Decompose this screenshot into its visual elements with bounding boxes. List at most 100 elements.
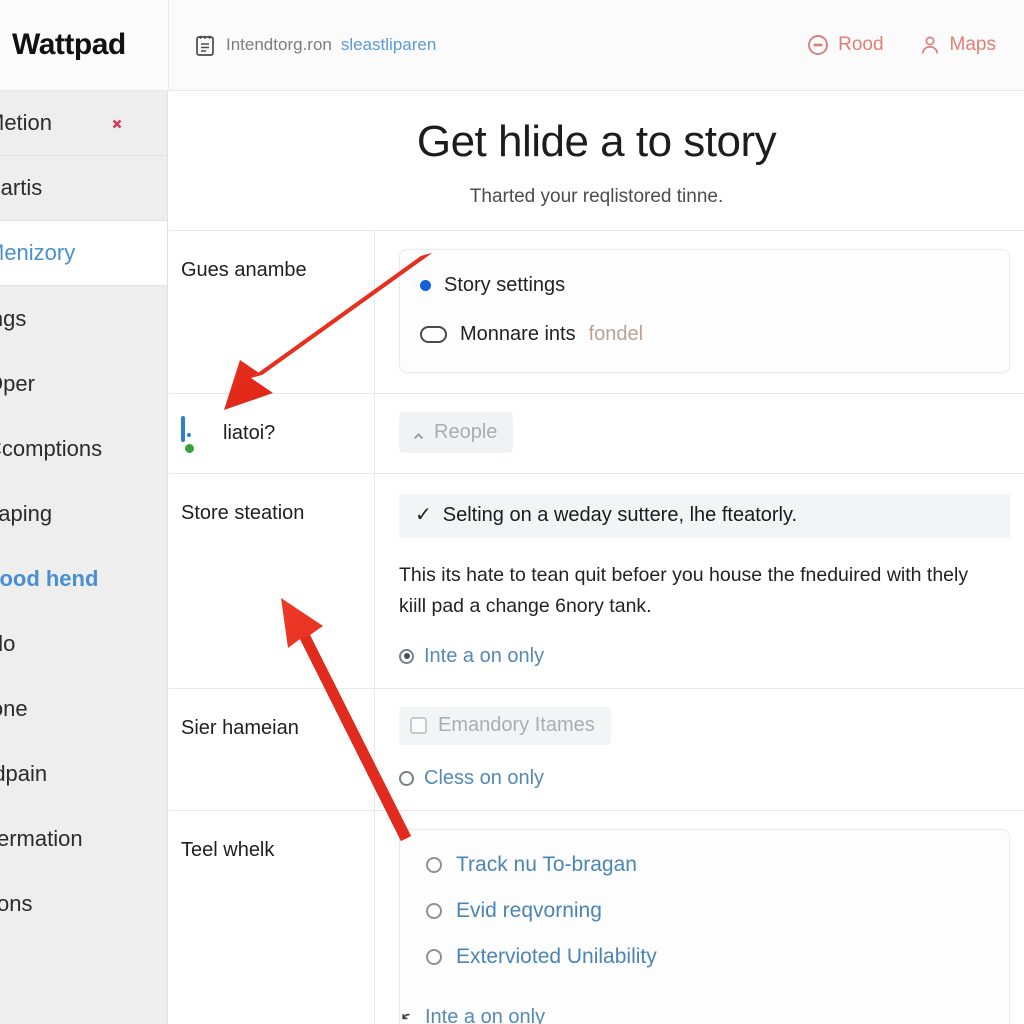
- sidebar-item-ings[interactable]: ings: [0, 286, 167, 351]
- sidebar-item-tions[interactable]: tions: [0, 871, 167, 936]
- form-row-liatoi: liatoi? Reople: [169, 392, 1024, 473]
- selected-dot-icon: [420, 279, 431, 291]
- radio-empty-icon[interactable]: [426, 856, 442, 873]
- brand-logo[interactable]: Wattpad: [0, 28, 168, 62]
- clipboard-list-icon: [193, 33, 217, 58]
- row-label: Gues anambe: [169, 230, 375, 393]
- radio-option-track-nu-to-bragan[interactable]: Track nu To-bragan: [426, 846, 989, 884]
- form-row-sier-hameian: Sier hameian Emandory Itames Cless on on…: [169, 687, 1024, 810]
- sidebar-item-label: tions: [0, 890, 33, 916]
- sidebar-item-lone[interactable]: lone: [0, 676, 167, 741]
- header-action-rood-label: Rood: [838, 34, 884, 55]
- status-banner: ✓ Selting on a weday suttere, lhe fteato…: [399, 493, 1010, 538]
- row-body: Reople: [375, 394, 1024, 473]
- radio-option-label: Track nu To-bragan: [456, 852, 637, 876]
- radio-empty-icon: [399, 770, 414, 786]
- inte-a-on-only-link-row-2[interactable]: Inte a on only: [400, 1006, 989, 1024]
- sidebar-item-menizory[interactable]: Menizory: [0, 221, 167, 286]
- radio-empty-icon[interactable]: [426, 948, 442, 965]
- radio-option-evid-reqvorning[interactable]: Evid reqvorning: [426, 892, 989, 930]
- row-label: Store steation: [169, 473, 375, 688]
- row-body: Story settings Monnare ints fondel: [375, 231, 1024, 393]
- emandory-itames-checkbox[interactable]: Emandory Itames: [399, 706, 611, 745]
- sidebar-item-metion[interactable]: Metion: [0, 91, 167, 156]
- header-action-maps[interactable]: Maps: [918, 33, 996, 57]
- radio-option-extervioted-unilability[interactable]: Extervioted Unilability: [426, 938, 989, 976]
- sidebar-item-label: Menizory: [0, 240, 76, 265]
- monitor-icon: [181, 416, 211, 455]
- sidebar-item-label: Metion: [0, 110, 53, 135]
- radio-option-label: Extervioted Unilability: [456, 944, 657, 968]
- checkbox-label: Emandory Itames: [438, 713, 595, 736]
- breadcrumb-text: Intendtorg.ron: [226, 35, 332, 54]
- sidebar-item-label: lone: [0, 695, 28, 721]
- main-content: Get hlide a to story Tharted your reqlis…: [169, 91, 1024, 1024]
- inte-a-on-only-link-2[interactable]: Inte a on only: [425, 1006, 545, 1024]
- options-panel: Story settings Monnare ints fondel: [399, 248, 1010, 373]
- radio-group[interactable]: Track nu To-bragan Evid reqvorning Exter…: [400, 840, 989, 980]
- sidebar[interactable]: Metion Sartis Menizory ings Oper Ccompti…: [0, 91, 168, 1024]
- reople-button-label: Reople: [434, 420, 498, 443]
- reople-button[interactable]: Reople: [399, 411, 514, 453]
- sidebar-item-label: Oper: [0, 370, 35, 396]
- row-label: liatoi?: [169, 393, 375, 473]
- sidebar-item-label: Lood hend: [0, 565, 99, 591]
- row-paragraph: This its hate to tean quit befoer you ho…: [399, 563, 969, 618]
- row-label: Sier hameian: [169, 688, 375, 810]
- sidebar-item-label: rdpain: [0, 760, 48, 786]
- form-row-teel-whelk: Teel whelk Track nu To-bragan Evid reqvo…: [169, 809, 1024, 1024]
- option-label-muted: fondel: [588, 322, 644, 345]
- row-body: Emandory Itames Cless on only: [375, 689, 1024, 810]
- form-row-store-steation: Store steation ✓ Selting on a weday sutt…: [169, 472, 1024, 688]
- option-label: Monnare ints: [460, 322, 576, 345]
- form-row-gues-anambe: Gues anambe Story settings Monnare ints …: [169, 229, 1024, 393]
- option-story-settings[interactable]: Story settings: [420, 268, 989, 303]
- header-action-maps-label: Maps: [949, 34, 996, 55]
- sidebar-item-sartis[interactable]: Sartis: [0, 156, 167, 221]
- inte-a-on-only-link[interactable]: Inte a on only: [424, 645, 544, 668]
- chevron-up-icon: [412, 426, 425, 439]
- status-online-icon: [184, 443, 195, 455]
- page-title: Get hlide a to story: [416, 117, 777, 166]
- radio-empty-icon[interactable]: [426, 902, 442, 919]
- checkbox-icon[interactable]: [410, 716, 427, 734]
- sidebar-item-label: Sartis: [0, 175, 43, 200]
- sidebar-item-lood-hend[interactable]: Lood hend: [0, 546, 167, 611]
- undo-icon: [400, 1010, 415, 1024]
- toggle-icon[interactable]: [420, 325, 447, 343]
- radio-option-label: Evid reqvorning: [456, 898, 602, 922]
- header-actions: Rood Maps: [806, 33, 1024, 57]
- sidebar-item-ido[interactable]: ido: [0, 611, 167, 676]
- cless-on-only-link[interactable]: Cless on only: [424, 767, 544, 790]
- sidebar-item-eaping[interactable]: eaping: [0, 481, 167, 546]
- sidebar-item-rdpain[interactable]: rdpain: [0, 741, 167, 806]
- minus-circle-icon: [806, 33, 830, 57]
- radio-filled-icon: [399, 648, 414, 664]
- sidebar-item-label: eaping: [0, 500, 53, 526]
- sidebar-item-oper[interactable]: Oper: [0, 351, 167, 416]
- row-body: Track nu To-bragan Evid reqvorning Exter…: [375, 811, 1024, 1024]
- option-label: Story settings: [444, 273, 566, 296]
- status-banner-text: Selting on a weday suttere, lhe fteatorl…: [442, 503, 798, 526]
- sidebar-item-label: Ccomptions: [0, 435, 103, 461]
- header-action-rood[interactable]: Rood: [806, 33, 884, 57]
- close-x-icon[interactable]: [112, 117, 137, 129]
- page-header: Get hlide a to story Tharted your reqlis…: [169, 91, 1024, 230]
- app-root: Wattpad Intendtorg.ron sleastliparen Roo…: [0, 0, 1024, 1024]
- breadcrumb-link[interactable]: sleastliparen: [341, 35, 436, 55]
- sidebar-item-label: ido: [0, 630, 16, 656]
- app-header: Wattpad Intendtorg.ron sleastliparen Roo…: [0, 0, 1024, 91]
- breadcrumb: Intendtorg.ron sleastliparen: [169, 33, 806, 58]
- sidebar-item-ccomptions[interactable]: Ccomptions: [0, 416, 167, 481]
- sidebar-item-label: ings: [0, 305, 27, 331]
- option-monnare-ints[interactable]: Monnare ints fondel: [420, 317, 989, 352]
- cless-on-only-link-row[interactable]: Cless on only: [399, 767, 1010, 790]
- sidebar-item-ltermation[interactable]: ltermation: [0, 806, 167, 871]
- check-icon: ✓: [415, 504, 432, 527]
- inte-a-on-only-link-row[interactable]: Inte a on only: [399, 645, 1010, 668]
- row-label-text: liatoi?: [223, 421, 276, 444]
- row-label: Teel whelk: [169, 810, 375, 1024]
- radio-options-panel: Track nu To-bragan Evid reqvorning Exter…: [399, 828, 1010, 1024]
- sidebar-item-label: ltermation: [0, 825, 83, 851]
- row-body: ✓ Selting on a weday suttere, lhe fteato…: [375, 474, 1024, 688]
